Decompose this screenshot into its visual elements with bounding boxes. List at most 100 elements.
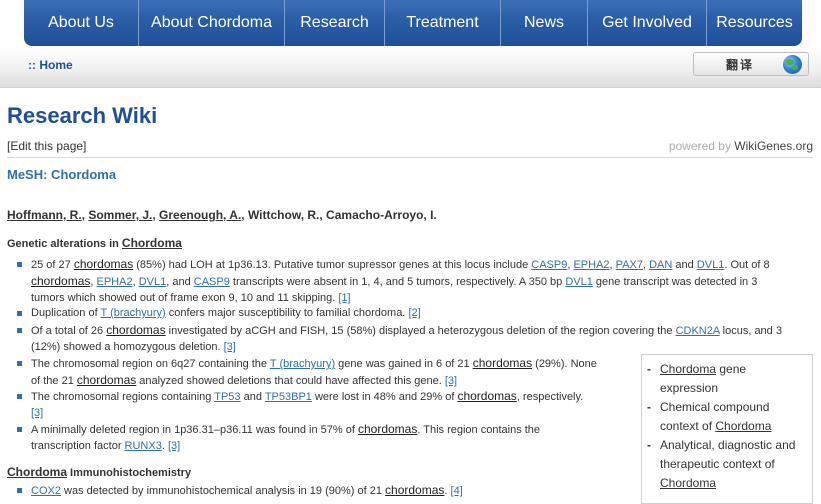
page-title: Research Wiki (7, 103, 158, 128)
text: tumors which showed out of frame exon 9,… (31, 292, 339, 304)
nav-research[interactable]: Research (285, 0, 385, 46)
text: were lost in 48% and 29% of (311, 391, 458, 403)
text: investigated by aCGH and FISH, 15 (58%) … (165, 325, 676, 337)
wikigenes-link[interactable]: WikiGenes.org (734, 139, 813, 153)
gene-link[interactable]: EPHA2 (573, 259, 609, 271)
text: context of (660, 419, 716, 433)
text: Duplication of (31, 307, 101, 319)
top-navigation-area: About Us About Chordoma Research Treatme… (0, 0, 821, 46)
text: analyzed showed deletions that could hav… (136, 375, 445, 387)
chordoma-term-link[interactable]: chordomas (106, 323, 165, 337)
chordoma-term-link[interactable]: Chordoma (122, 236, 182, 250)
chordoma-term-link[interactable]: chordomas (358, 422, 417, 436)
chordoma-term-link[interactable]: chordomas (77, 373, 136, 387)
text: 25 of 27 (31, 259, 74, 271)
chordoma-term-link[interactable]: Chordoma (660, 362, 716, 376)
chordoma-term-link[interactable]: Chordoma (660, 476, 716, 490)
text: therapeutic context of (660, 457, 775, 471)
chordoma-term-link[interactable]: chordomas (31, 274, 90, 288)
chordoma-term-link[interactable]: Chordoma (7, 465, 67, 479)
nav-about-us[interactable]: About Us (24, 0, 139, 46)
text: confers major susceptibility to familial… (165, 307, 409, 319)
text: and (672, 259, 697, 271)
gene-link[interactable]: EPHA2 (97, 276, 133, 288)
mesh-heading: MeSH: Chordoma (7, 167, 117, 182)
chordoma-term-link[interactable]: chordomas (385, 483, 444, 497)
sidebar-item-text: Chordoma gene expression (660, 360, 812, 398)
list-dash: - (647, 400, 651, 414)
text: (12%) showed a homozygous deletion. (31, 341, 224, 353)
reference-link[interactable]: [3] (224, 341, 236, 353)
top-navigation-bar: About Us About Chordoma Research Treatme… (24, 0, 802, 46)
author-link[interactable]: Sommer, J. (88, 208, 152, 222)
gene-link[interactable]: RUNX3 (125, 440, 162, 452)
text: A minimally deleted region in 1p36.31–p3… (31, 424, 358, 436)
edit-page-link[interactable]: [Edit this page] (7, 139, 86, 153)
powered-by-prefix: powered by (668, 139, 731, 153)
author-link[interactable]: Greenough, A. (159, 208, 241, 222)
text: gene transcript was detected in 3 (592, 276, 758, 288)
gene-link[interactable]: CASP9 (531, 259, 567, 271)
gene-link[interactable]: PAX7 (616, 259, 643, 271)
gene-link[interactable]: DVL1 (565, 276, 593, 288)
text: (85%) had LOH at 1p36.13. Putative tumor… (133, 259, 532, 271)
gene-link[interactable]: DVL1 (697, 259, 725, 271)
text: Chemical compound (660, 400, 770, 414)
chordoma-term-link[interactable]: chordomas (473, 356, 532, 370)
gene-link[interactable]: DVL1 (139, 276, 167, 288)
sidebar-item-gene-expression[interactable]: - Chordoma gene expression (642, 360, 812, 398)
list-dash: - (647, 362, 651, 376)
text: . Out of 8 (724, 259, 770, 271)
gene-link[interactable]: CDKN2A (676, 325, 720, 337)
sidebar-item-text: Analytical, diagnostic and therapeutic co… (660, 436, 812, 493)
reference-link[interactable]: [4] (451, 485, 463, 497)
chordoma-term-link[interactable]: Chordoma (715, 419, 771, 433)
author-list: Hoffmann, R., Sommer, J., Greenough, A.,… (7, 208, 437, 222)
text: was detected by immunohistochemical anal… (60, 485, 386, 497)
list-item: Duplication of T (brachyury) confers maj… (17, 305, 811, 321)
translate-button[interactable]: 翻译 (693, 52, 809, 76)
gene-link[interactable]: T (brachyury) (101, 307, 166, 319)
genetic-alterations-heading: Genetic alterations in Chordoma (7, 236, 182, 250)
chordoma-term-link[interactable]: chordomas (457, 389, 516, 403)
text: Of a total of 26 (31, 325, 107, 337)
heading-text: Immunohistochemistry (67, 467, 192, 479)
text: , respectively. (516, 391, 584, 403)
related-topics-sidebar: - Chordoma gene expression - Chemical com… (641, 354, 813, 504)
text: transcription factor (31, 440, 125, 452)
reference-link[interactable]: [3] (168, 440, 180, 452)
gene-link[interactable]: TP53 (214, 391, 240, 403)
list-item: The chromosomal region on 6q27 containin… (17, 355, 631, 389)
text: and (240, 391, 265, 403)
author-link[interactable]: Hoffmann, R. (7, 208, 82, 222)
list-item: A minimally deleted region in 1p36.31–p3… (17, 421, 631, 454)
text: The chromosomal regions containing (31, 391, 215, 403)
nav-get-involved[interactable]: Get Involved (588, 0, 707, 46)
gene-link[interactable]: CASP9 (194, 276, 230, 288)
list-dash: - (647, 438, 651, 452)
text: , and (166, 276, 194, 288)
edit-row: [Edit this page] powered by WikiGenes.or… (7, 138, 813, 158)
gene-link[interactable]: COX2 (31, 485, 61, 497)
text: locus, and 3 (719, 325, 782, 337)
text: expression (660, 381, 719, 395)
sidebar-item-analytical-diagnostic[interactable]: - Analytical, diagnostic and therapeutic … (642, 436, 812, 493)
text: of the 21 (31, 375, 77, 387)
sidebar-item-chemical-compound[interactable]: - Chemical compound context of Chordoma (642, 398, 812, 436)
chordoma-term-link[interactable]: chordomas (74, 257, 133, 271)
nav-news[interactable]: News (501, 0, 588, 46)
text: transcripts were absent in 1, 4, and 5 t… (229, 276, 566, 288)
translate-label: 翻译 (726, 57, 755, 72)
gene-link[interactable]: T (brachyury) (270, 358, 335, 370)
nav-treatment[interactable]: Treatment (385, 0, 501, 46)
nav-about-chordoma[interactable]: About Chordoma (139, 0, 285, 46)
reference-link[interactable]: [3] (445, 375, 457, 387)
reference-link[interactable]: [3] (31, 407, 43, 419)
gene-link[interactable]: TP53BP1 (265, 391, 312, 403)
reference-link[interactable]: [2] (408, 307, 420, 319)
reference-link[interactable]: [1] (338, 292, 350, 304)
gene-link[interactable]: DAN (649, 259, 672, 271)
nav-resources[interactable]: Resources (707, 0, 802, 46)
text: The chromosomal region on 6q27 containin… (31, 358, 270, 370)
breadcrumb-home-link[interactable]: :: Home (28, 58, 73, 72)
